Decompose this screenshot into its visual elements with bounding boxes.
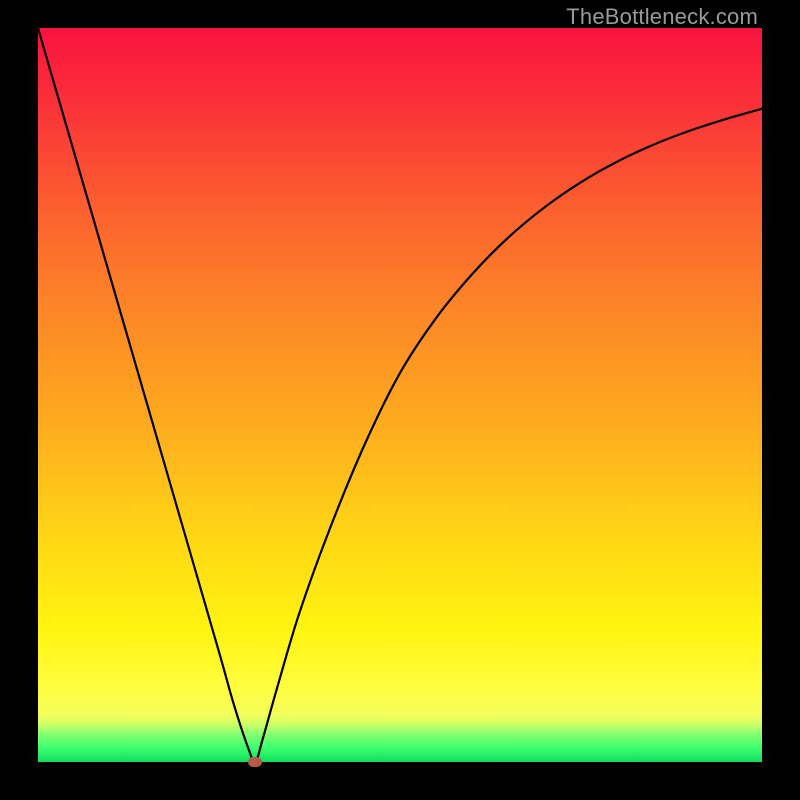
curve-layer bbox=[38, 28, 762, 762]
chart-frame: TheBottleneck.com bbox=[0, 0, 800, 800]
bottleneck-curve bbox=[38, 28, 762, 762]
watermark-text: TheBottleneck.com bbox=[566, 4, 758, 30]
minimum-marker bbox=[248, 757, 262, 767]
plot-area bbox=[38, 28, 762, 762]
